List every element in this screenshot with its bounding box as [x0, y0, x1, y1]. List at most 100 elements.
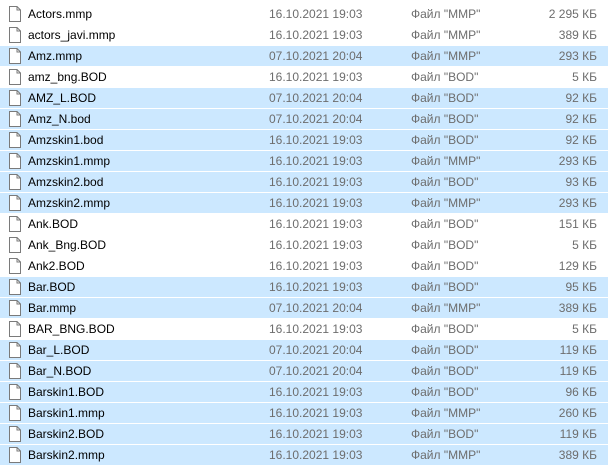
file-name: Ank_Bng.BOD [28, 238, 107, 252]
file-row[interactable]: actors_javi.mmp 16.10.2021 19:03 Файл "M… [0, 25, 608, 46]
file-row[interactable]: Ank.BOD 16.10.2021 19:03 Файл "BOD" 151 … [0, 214, 608, 235]
file-row[interactable]: Bar_L.BOD 07.10.2021 20:04 Файл "BOD" 11… [0, 340, 608, 361]
file-modified-date: 16.10.2021 19:03 [269, 217, 363, 231]
file-name: actors_javi.mmp [28, 28, 116, 42]
file-row[interactable]: Actors.mmp 16.10.2021 19:03 Файл "MMP" 2… [0, 4, 608, 25]
file-type: Файл "MMP" [411, 28, 481, 42]
file-row[interactable]: Amzskin2.bod 16.10.2021 19:03 Файл "BOD"… [0, 172, 608, 193]
file-name: Amzskin1.mmp [28, 154, 111, 168]
blank-file-icon [9, 195, 21, 211]
file-row[interactable]: Amz_N.bod 07.10.2021 20:04 Файл "BOD" 92… [0, 109, 608, 130]
blank-file-icon [9, 69, 21, 85]
file-name: Amzskin1.bod [28, 133, 104, 147]
file-type: Файл "BOD" [411, 112, 479, 126]
file-row[interactable]: Bar.BOD 16.10.2021 19:03 Файл "BOD" 95 К… [0, 277, 608, 298]
file-row[interactable]: Ank2.BOD 16.10.2021 19:03 Файл "BOD" 129… [0, 256, 608, 277]
file-size: 2 295 КБ [548, 7, 597, 21]
file-modified-date: 07.10.2021 20:04 [269, 364, 363, 378]
file-size: 95 КБ [565, 280, 597, 294]
file-size: 5 КБ [572, 322, 597, 336]
file-size: 5 КБ [572, 70, 597, 84]
file-type: Файл "MMP" [411, 301, 481, 315]
file-type: Файл "BOD" [411, 91, 479, 105]
file-row[interactable]: Barskin1.BOD 16.10.2021 19:03 Файл "BOD"… [0, 382, 608, 403]
file-name: Ank2.BOD [28, 259, 85, 273]
file-name: amz_bng.BOD [28, 70, 107, 84]
file-size: 92 КБ [565, 133, 597, 147]
file-modified-date: 07.10.2021 20:04 [269, 49, 363, 63]
file-name: Bar_N.BOD [28, 364, 92, 378]
file-name: Amz.mmp [28, 49, 82, 63]
file-type: Файл "BOD" [411, 364, 479, 378]
file-row[interactable]: Barskin2.mmp 16.10.2021 19:03 Файл "MMP"… [0, 445, 608, 466]
file-modified-date: 16.10.2021 19:03 [269, 70, 363, 84]
file-size: 293 КБ [558, 154, 597, 168]
file-modified-date: 16.10.2021 19:03 [269, 133, 363, 147]
file-type: Файл "BOD" [411, 217, 479, 231]
file-modified-date: 07.10.2021 20:04 [269, 301, 363, 315]
file-size: 389 КБ [558, 448, 597, 462]
blank-file-icon [9, 405, 21, 421]
file-name: Bar.BOD [28, 280, 76, 294]
file-name: Barskin1.mmp [28, 406, 105, 420]
file-row[interactable]: Amz.mmp 07.10.2021 20:04 Файл "MMP" 293 … [0, 46, 608, 67]
file-size: 260 КБ [558, 406, 597, 420]
file-type: Файл "MMP" [411, 154, 481, 168]
file-row[interactable]: BAR_BNG.BOD 16.10.2021 19:03 Файл "BOD" … [0, 319, 608, 340]
file-row[interactable]: Bar_N.BOD 07.10.2021 20:04 Файл "BOD" 11… [0, 361, 608, 382]
file-size: 92 КБ [565, 112, 597, 126]
file-name: BAR_BNG.BOD [28, 322, 115, 336]
file-size: 96 КБ [565, 385, 597, 399]
file-row[interactable]: Amzskin2.mmp 16.10.2021 19:03 Файл "MMP"… [0, 193, 608, 214]
blank-file-icon [9, 27, 21, 43]
file-name: Bar_L.BOD [28, 343, 90, 357]
file-name: Amzskin2.bod [28, 175, 104, 189]
file-name: Bar.mmp [28, 301, 77, 315]
blank-file-icon [9, 342, 21, 358]
blank-file-icon [9, 174, 21, 190]
file-row[interactable]: Barskin2.BOD 16.10.2021 19:03 Файл "BOD"… [0, 424, 608, 445]
file-list[interactable]: Actors.mmp 16.10.2021 19:03 Файл "MMP" 2… [0, 4, 608, 466]
file-type: Файл "BOD" [411, 322, 479, 336]
file-modified-date: 16.10.2021 19:03 [269, 154, 363, 168]
blank-file-icon [9, 111, 21, 127]
blank-file-icon [9, 300, 21, 316]
file-type: Файл "BOD" [411, 343, 479, 357]
file-type: Файл "BOD" [411, 385, 479, 399]
file-row[interactable]: Amzskin1.bod 16.10.2021 19:03 Файл "BOD"… [0, 130, 608, 151]
file-row[interactable]: Barskin1.mmp 16.10.2021 19:03 Файл "MMP"… [0, 403, 608, 424]
file-modified-date: 16.10.2021 19:03 [269, 448, 363, 462]
file-name: Barskin2.mmp [28, 448, 105, 462]
file-size: 5 КБ [572, 238, 597, 252]
file-modified-date: 16.10.2021 19:03 [269, 322, 363, 336]
file-size: 293 КБ [558, 196, 597, 210]
file-size: 151 КБ [558, 217, 597, 231]
blank-file-icon [9, 153, 21, 169]
file-type: Файл "BOD" [411, 238, 479, 252]
blank-file-icon [9, 384, 21, 400]
file-type: Файл "MMP" [411, 49, 481, 63]
file-modified-date: 16.10.2021 19:03 [269, 259, 363, 273]
file-type: Файл "MMP" [411, 196, 481, 210]
file-name: AMZ_L.BOD [28, 91, 97, 105]
file-modified-date: 16.10.2021 19:03 [269, 28, 363, 42]
file-size: 389 КБ [558, 301, 597, 315]
file-name: Amzskin2.mmp [28, 196, 111, 210]
file-name: Ank.BOD [28, 217, 79, 231]
blank-file-icon [9, 6, 21, 22]
blank-file-icon [9, 132, 21, 148]
file-modified-date: 07.10.2021 20:04 [269, 112, 363, 126]
file-size: 119 КБ [559, 343, 597, 357]
blank-file-icon [9, 258, 21, 274]
file-name: Barskin1.BOD [28, 385, 105, 399]
file-row[interactable]: Bar.mmp 07.10.2021 20:04 Файл "MMP" 389 … [0, 298, 608, 319]
file-name: Amz_N.bod [28, 112, 91, 126]
file-size: 92 КБ [565, 91, 597, 105]
file-row[interactable]: Amzskin1.mmp 16.10.2021 19:03 Файл "MMP"… [0, 151, 608, 172]
file-row[interactable]: AMZ_L.BOD 07.10.2021 20:04 Файл "BOD" 92… [0, 88, 608, 109]
blank-file-icon [9, 90, 21, 106]
file-row[interactable]: Ank_Bng.BOD 16.10.2021 19:03 Файл "BOD" … [0, 235, 608, 256]
file-modified-date: 16.10.2021 19:03 [269, 427, 363, 441]
file-row[interactable]: amz_bng.BOD 16.10.2021 19:03 Файл "BOD" … [0, 67, 608, 88]
file-modified-date: 16.10.2021 19:03 [269, 280, 363, 294]
